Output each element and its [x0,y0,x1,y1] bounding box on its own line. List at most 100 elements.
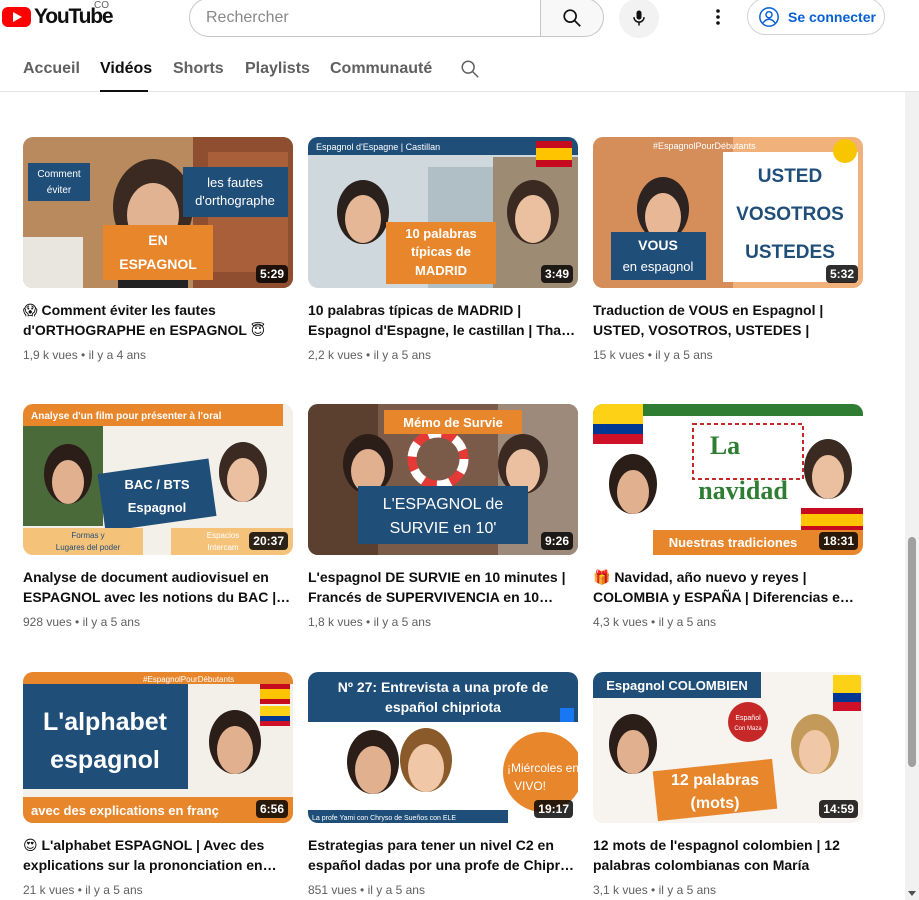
thumb-text: VIVO! [514,779,546,793]
video-title[interactable]: Analyse de document audiovisuel en ESPAG… [23,567,293,607]
thumb-text: L'ESPAGNOL de [383,496,504,513]
youtube-play-icon [2,7,31,27]
tab-communaute[interactable]: Communauté [330,60,432,78]
video-meta: 851 vues • il y a 5 ans [308,883,425,897]
thumb-text: Comment [37,169,81,180]
thumb-text: (mots) [691,795,740,812]
video-title[interactable]: 😱 Comment éviter les fautes d'ORTHOGRAPH… [23,300,293,340]
thumb-text: SURVIE en 10' [390,520,497,537]
thumb-text: MADRID [415,263,467,278]
thumb-text: BAC / BTS [125,477,190,492]
video-age: il y a 5 ans [373,615,431,629]
video-card[interactable]: Analyse d'un film pour présenter à l'ora… [23,404,293,631]
video-views: 21 k vues [23,883,75,897]
thumb-text: #EspagnolPourDébutants [143,675,234,684]
thumb-text: #EspagnolPourDébutants [653,141,756,151]
search-box[interactable] [189,0,541,37]
video-meta: 928 vues • il y a 5 ans [23,615,140,629]
video-views: 928 vues [23,615,72,629]
video-age: il y a 5 ans [655,348,713,362]
thumb-text: Espacios [207,531,239,540]
thumb-text: Mémo de Survie [403,415,503,430]
channel-search-icon[interactable] [459,58,481,80]
thumb-text: Intercam [207,543,238,552]
thumb-text: espagnol [50,746,160,774]
scrollbar-thumb[interactable] [908,537,916,767]
video-meta: 15 k vues • il y a 5 ans [593,348,713,362]
video-age: il y a 5 ans [367,883,425,897]
video-card[interactable]: La navidad Nuestras tradiciones 18:31 🎁 … [593,404,863,631]
video-thumbnail[interactable]: #EspagnolPourDébutants USTED VOSOTROS US… [593,137,863,288]
video-meta: 2,2 k vues • il y a 5 ans [308,348,431,362]
video-card[interactable]: Comment éviter les fautes d'orthographe … [23,137,293,364]
video-duration: 9:26 [540,532,573,550]
video-age: il y a 4 ans [88,348,146,362]
tab-videos[interactable]: Vidéos [100,60,152,78]
video-thumbnail[interactable]: Espagnol d'Espagne | Castillan 10 palabr… [308,137,578,288]
video-title[interactable]: 10 palabras típicas de MADRID | Espagnol… [308,300,578,340]
thumb-text: USTED [758,166,822,187]
video-thumbnail[interactable]: Espagnol COLOMBIEN Español Con Maza 12 p… [593,672,863,823]
video-duration: 5:29 [255,265,288,283]
thumb-text: les fautes [207,175,263,190]
video-title[interactable]: 😍 L'alphabet ESPAGNOL | Avec des explica… [23,835,293,875]
signin-button[interactable]: Se connecter [747,0,885,35]
more-vert-icon [716,9,720,25]
search-input[interactable] [190,0,541,36]
video-views: 4,3 k vues [593,615,648,629]
video-views: 2,2 k vues [308,348,363,362]
thumb-text: español chipriota [385,699,501,715]
video-title[interactable]: 12 mots de l'espagnol colombien | 12 pal… [593,835,863,875]
scroll-down-arrow-icon[interactable] [908,891,916,896]
video-duration: 18:31 [819,532,858,550]
thumb-text: Espagnol COLOMBIEN [606,678,748,693]
thumb-text: Español [735,715,761,722]
video-title[interactable]: Estrategias para tener un nivel C2 en es… [308,835,578,875]
thumb-text: Nº 27: Entrevista a una profe de [338,679,549,695]
video-card[interactable]: Espagnol d'Espagne | Castillan 10 palabr… [308,137,578,364]
video-views: 1,9 k vues [23,348,78,362]
video-thumbnail[interactable]: Analyse d'un film pour présenter à l'ora… [23,404,293,555]
video-views: 15 k vues [593,348,645,362]
thumb-text: ¡Miércoles en [507,761,578,775]
thumb-text: Nuestras tradiciones [669,535,798,550]
video-duration: 14:59 [819,800,858,818]
search-button[interactable] [540,0,604,37]
thumb-text: USTEDES [745,242,835,263]
video-thumbnail[interactable]: Comment éviter les fautes d'orthographe … [23,137,293,288]
thumb-text: VOSOTROS [736,204,844,225]
thumb-text: Espagnol [128,500,187,515]
video-duration: 6:56 [255,800,288,818]
video-meta: 1,9 k vues • il y a 4 ans [23,348,146,362]
mic-icon [633,10,645,26]
thumb-text: VOUS [638,237,678,253]
video-title[interactable]: Traduction de VOUS en Espagnol | USTED, … [593,300,863,340]
video-title[interactable]: 🎁 Navidad, año nuevo y reyes | COLOMBIA … [593,567,863,607]
page-scrollbar[interactable] [905,92,919,900]
video-thumbnail[interactable]: Nº 27: Entrevista a una profe de español… [308,672,578,823]
more-options-button[interactable] [703,2,733,32]
tab-playlists[interactable]: Playlists [245,60,310,78]
video-card[interactable]: Espagnol COLOMBIEN Español Con Maza 12 p… [593,672,863,899]
video-thumbnail[interactable]: #EspagnolPourDébutants L'alphabet espagn… [23,672,293,823]
video-title[interactable]: L'espagnol DE SURVIE en 10 minutes | Fra… [308,567,578,607]
video-thumbnail[interactable]: Mémo de Survie L'ESPAGNOL de SURVIE en 1… [308,404,578,555]
thumb-text: La profe Yami con Chryso de Sueños con E… [312,815,456,822]
search-icon [563,8,581,27]
voice-search-button[interactable] [619,0,659,38]
thumb-text: Espagnol d'Espagne | Castillan [316,142,440,152]
video-card[interactable]: Nº 27: Entrevista a una profe de español… [308,672,578,899]
video-views: 851 vues [308,883,357,897]
thumb-text: avec des explications en franç [31,803,219,818]
video-card[interactable]: Mémo de Survie L'ESPAGNOL de SURVIE en 1… [308,404,578,631]
thumb-text: Con Maza [734,726,762,732]
thumb-text: éviter [47,185,72,196]
tab-shorts[interactable]: Shorts [173,60,224,78]
video-thumbnail[interactable]: La navidad Nuestras tradiciones 18:31 [593,404,863,555]
video-views: 1,8 k vues [308,615,363,629]
video-card[interactable]: #EspagnolPourDébutants USTED VOSOTROS US… [593,137,863,364]
video-views: 3,1 k vues [593,883,648,897]
tab-accueil[interactable]: Accueil [23,60,80,78]
video-age: il y a 5 ans [373,348,431,362]
video-card[interactable]: #EspagnolPourDébutants L'alphabet espagn… [23,672,293,899]
